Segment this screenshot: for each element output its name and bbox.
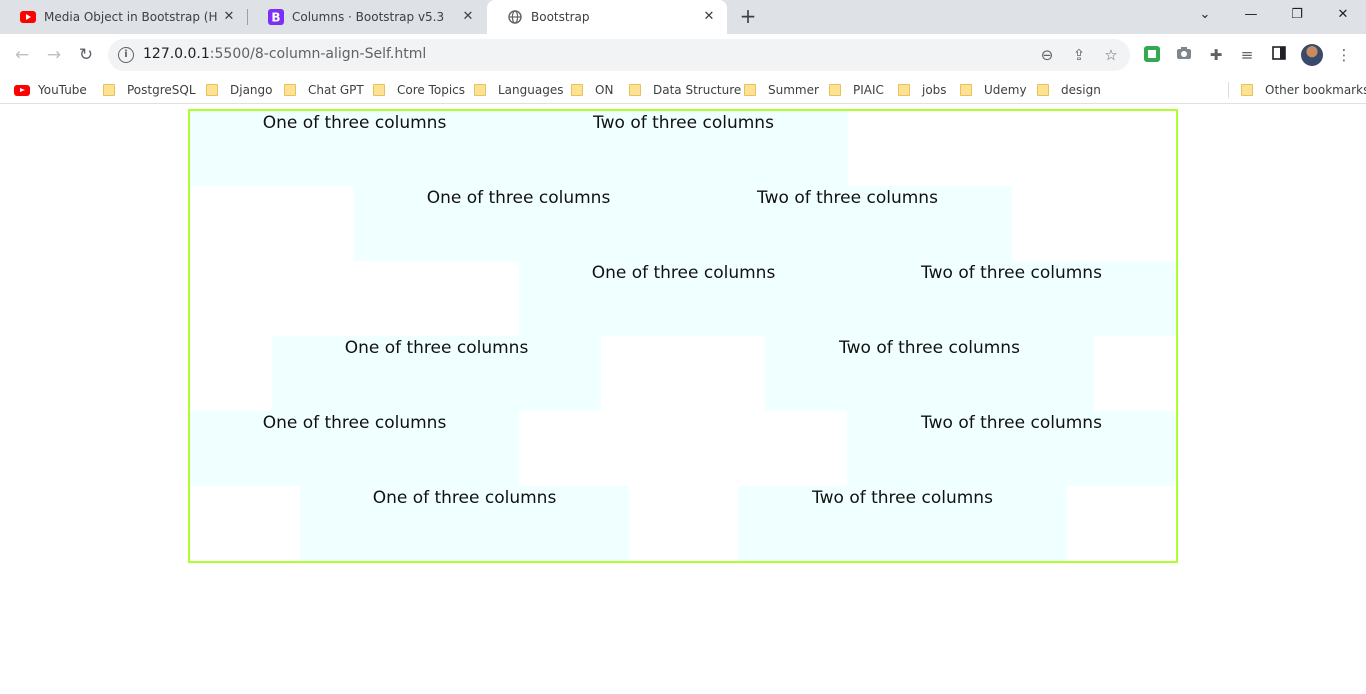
row-align-end: One of three columns Two of three column… xyxy=(190,261,1176,336)
bookmark-youtube[interactable]: YouTube xyxy=(14,82,87,98)
restore-icon[interactable]: ❐ xyxy=(1282,4,1312,26)
bookmark-postgresql[interactable]: PostgreSQL xyxy=(103,82,196,98)
folder-icon xyxy=(1241,84,1253,96)
close-window-icon[interactable]: ✕ xyxy=(1328,4,1358,26)
folder-icon xyxy=(960,84,972,96)
folder-icon xyxy=(829,84,841,96)
column-two: Two of three columns xyxy=(738,486,1067,561)
column-one: One of three columns xyxy=(272,336,601,411)
minimize-icon[interactable]: — xyxy=(1236,4,1266,26)
address-bar[interactable]: i 127.0.0.1:5500/8-column-align-Self.htm… xyxy=(108,39,1130,71)
side-panel-icon[interactable] xyxy=(1270,46,1288,64)
folder-icon xyxy=(206,84,218,96)
globe-icon xyxy=(507,9,523,25)
tab-bootstrap[interactable]: Bootstrap ✕ xyxy=(487,0,727,34)
reload-icon[interactable]: ↻ xyxy=(75,44,97,66)
bootstrap-icon: B xyxy=(268,9,284,25)
forward-icon[interactable]: → xyxy=(43,44,65,66)
row-align-center: One of three columns Two of three column… xyxy=(190,186,1176,261)
bookmark-languages[interactable]: Languages xyxy=(474,82,563,98)
column-one: One of three columns xyxy=(190,111,519,186)
media-queue-icon[interactable]: ≡ xyxy=(1238,46,1256,64)
bookmark-jobs[interactable]: jobs xyxy=(898,82,947,98)
bookmark-django[interactable]: Django xyxy=(206,82,273,98)
close-icon[interactable]: ✕ xyxy=(221,9,237,25)
column-two: Two of three columns xyxy=(765,336,1094,411)
bookmark-piaic[interactable]: PIAIC xyxy=(829,82,884,98)
row-space-between: One of three columns Two of three column… xyxy=(190,411,1176,486)
column-two: Two of three columns xyxy=(519,111,848,186)
column-two: Two of three columns xyxy=(847,411,1176,486)
extension-green-icon[interactable] xyxy=(1143,46,1161,64)
bookmark-udemy[interactable]: Udemy xyxy=(960,82,1027,98)
bookmarks-bar: YouTube PostgreSQL Django Chat GPT Core … xyxy=(0,76,1366,104)
row-space-around: One of three columns Two of three column… xyxy=(190,336,1176,411)
bookmark-on[interactable]: ON xyxy=(571,82,613,98)
site-info-icon[interactable]: i xyxy=(118,47,134,63)
folder-icon xyxy=(629,84,641,96)
menu-kebab-icon[interactable]: ⋮ xyxy=(1335,46,1353,64)
bordered-container: One of three columns Two of three column… xyxy=(188,109,1178,563)
bookmark-core-topics[interactable]: Core Topics xyxy=(373,82,465,98)
column-one: One of three columns xyxy=(190,411,519,486)
youtube-icon xyxy=(20,9,36,25)
new-tab-icon[interactable]: + xyxy=(737,6,759,28)
tab-columns-bootstrap[interactable]: B Columns · Bootstrap v5.3 ✕ xyxy=(248,0,486,34)
tab-title: Media Object in Bootstrap (Hindi) xyxy=(44,10,218,24)
folder-icon xyxy=(898,84,910,96)
svg-text:B: B xyxy=(271,11,280,25)
share-icon[interactable]: ⇪ xyxy=(1070,46,1088,64)
tab-title: Bootstrap xyxy=(531,10,590,24)
back-icon[interactable]: ← xyxy=(11,44,33,66)
profile-avatar[interactable] xyxy=(1301,44,1323,66)
tab-strip: Media Object in Bootstrap (Hindi) ✕ B Co… xyxy=(0,0,1366,34)
tab-search-icon[interactable]: ⌄ xyxy=(1190,4,1220,26)
bookmark-summer[interactable]: Summer xyxy=(744,82,819,98)
bookmark-chat-gpt[interactable]: Chat GPT xyxy=(284,82,364,98)
url-text[interactable]: 127.0.0.1:5500/8-column-align-Self.html xyxy=(143,46,426,62)
browser-toolbar: ← → ↻ i 127.0.0.1:5500/8-column-align-Se… xyxy=(0,34,1366,76)
row-space-evenly: One of three columns Two of three column… xyxy=(190,486,1176,561)
column-one: One of three columns xyxy=(300,486,629,561)
folder-icon xyxy=(103,84,115,96)
bookmark-data-structure[interactable]: Data Structure xyxy=(629,82,741,98)
zoom-icon[interactable]: ⊖ xyxy=(1038,46,1056,64)
folder-icon xyxy=(373,84,385,96)
folder-icon xyxy=(474,84,486,96)
row-align-start: One of three columns Two of three column… xyxy=(190,111,1176,186)
close-icon[interactable]: ✕ xyxy=(460,9,476,25)
folder-icon xyxy=(1037,84,1049,96)
close-icon[interactable]: ✕ xyxy=(701,9,717,25)
column-two: Two of three columns xyxy=(683,186,1012,261)
tab-media-object[interactable]: Media Object in Bootstrap (Hindi) ✕ xyxy=(0,0,247,34)
bookmark-star-icon[interactable]: ☆ xyxy=(1102,46,1120,64)
bookmarks-divider xyxy=(1228,82,1229,98)
camera-icon[interactable] xyxy=(1175,46,1193,64)
column-one: One of three columns xyxy=(354,186,683,261)
column-one: One of three columns xyxy=(519,261,848,336)
bookmark-other[interactable]: Other bookmarks xyxy=(1241,82,1366,98)
bookmark-design[interactable]: design xyxy=(1037,82,1101,98)
column-two: Two of three columns xyxy=(847,261,1176,336)
page-viewport: One of three columns Two of three column… xyxy=(0,105,1366,694)
youtube-icon xyxy=(14,84,30,96)
folder-icon xyxy=(744,84,756,96)
tab-title: Columns · Bootstrap v5.3 xyxy=(292,10,445,24)
extensions-puzzle-icon[interactable]: ✚ xyxy=(1207,46,1225,64)
folder-icon xyxy=(571,84,583,96)
folder-icon xyxy=(284,84,296,96)
